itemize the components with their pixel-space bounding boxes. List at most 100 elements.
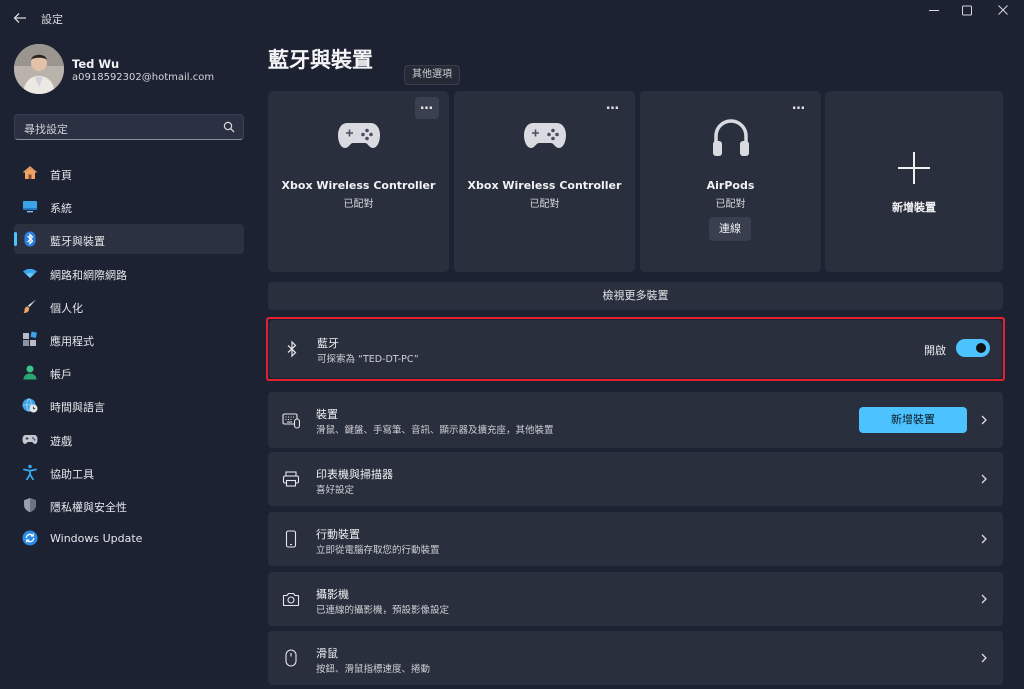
mouse-icon: [285, 649, 297, 667]
title-bar: 設定: [0, 0, 1024, 36]
chevron-right-icon: [981, 653, 987, 663]
mobile-devices-title: 行動裝置: [316, 528, 360, 541]
camera-icon: [282, 592, 300, 607]
highlight-box: [266, 317, 1005, 381]
more-icon: …: [792, 98, 806, 113]
gamepad-icon: [523, 123, 566, 148]
mobile-devices-subtitle: 立即從電腦存取您的行動裝置: [316, 545, 440, 556]
device-card[interactable]: … Xbox Wireless Controller 已配對: [268, 91, 449, 272]
avatar[interactable]: [14, 44, 64, 94]
gamepad-icon: [22, 434, 38, 444]
sidebar-item-network[interactable]: 網路和網際網路: [14, 258, 244, 288]
home-icon: [23, 166, 37, 179]
devices-subtitle: 滑鼠、鍵盤、手寫筆、音訊、顯示器及擴充座，其他裝置: [316, 425, 554, 436]
phone-icon: [285, 530, 297, 548]
page-title: 藍牙與裝置: [268, 48, 373, 72]
sidebar-item-label: 隱私權與安全性: [50, 500, 127, 514]
add-device-button[interactable]: 新增裝置: [859, 407, 967, 433]
devices-title: 裝置: [316, 408, 338, 421]
chevron-right-icon: [981, 415, 987, 425]
device-name: AirPods: [706, 179, 755, 192]
mouse-title: 滑鼠: [316, 647, 338, 660]
person-icon: [23, 365, 37, 380]
sidebar-item-time-language[interactable]: 時間與語言: [14, 390, 244, 420]
sidebar-item-system[interactable]: 系統: [14, 191, 244, 221]
devices-icon: [282, 413, 300, 429]
device-status: 已配對: [343, 199, 374, 210]
update-icon: [22, 530, 38, 546]
more-options-tooltip: 其他選項: [404, 65, 460, 85]
sidebar-item-label: 帳戶: [50, 368, 72, 382]
chevron-right-icon: [981, 474, 987, 484]
user-name: Ted Wu: [72, 57, 120, 71]
sidebar-item-label: 遊戲: [50, 434, 72, 448]
accessibility-icon: [23, 464, 37, 480]
more-icon: …: [606, 98, 620, 113]
camera-subtitle: 已連線的攝影機，預設影像設定: [316, 605, 450, 616]
add-device-card[interactable]: 新增裝置: [825, 91, 1003, 272]
minimize-button[interactable]: [916, 0, 952, 22]
close-icon: [998, 5, 1008, 15]
search-input[interactable]: 尋找設定: [14, 114, 244, 140]
sidebar-item-accounts[interactable]: 帳戶: [14, 357, 244, 387]
close-button[interactable]: [985, 0, 1021, 22]
printers-title: 印表機與掃描器: [316, 468, 393, 481]
sidebar-item-personalization[interactable]: 個人化: [14, 291, 244, 321]
sidebar-item-windows-update[interactable]: Windows Update: [14, 523, 244, 553]
sidebar-item-label: Windows Update: [50, 532, 143, 546]
device-name: Xbox Wireless Controller: [467, 179, 622, 192]
sidebar-item-label: 應用程式: [50, 334, 94, 348]
plus-icon: [898, 152, 930, 184]
sidebar-item-label: 首頁: [50, 169, 72, 182]
sidebar-item-label: 網路和網際網路: [50, 268, 127, 282]
shield-icon: [24, 497, 36, 513]
sidebar-item-gaming[interactable]: 遊戲: [14, 424, 244, 454]
connect-button[interactable]: 連線: [709, 217, 751, 241]
sidebar-item-label: 系統: [50, 202, 72, 216]
device-name: Xbox Wireless Controller: [281, 179, 436, 192]
user-email: a0918592302@hotmail.com: [72, 72, 215, 83]
search-icon: [223, 121, 235, 133]
sidebar-item-apps[interactable]: 應用程式: [14, 324, 244, 354]
maximize-icon: [962, 5, 972, 16]
devices-row[interactable]: 裝置 滑鼠、鍵盤、手寫筆、音訊、顯示器及擴充座，其他裝置 新增裝置: [268, 392, 1003, 448]
gamepad-icon: [337, 123, 380, 148]
sidebar-item-privacy-security[interactable]: 隱私權與安全性: [14, 490, 244, 520]
sidebar-item-label: 協助工具: [50, 467, 94, 481]
bluetooth-icon: [24, 231, 36, 247]
more-options-button[interactable]: …: [415, 97, 439, 119]
brush-icon: [23, 299, 36, 313]
chevron-right-icon: [981, 534, 987, 544]
arrow-left-icon: [13, 13, 26, 23]
device-status: 已配對: [715, 199, 746, 210]
printer-icon: [282, 471, 300, 487]
sidebar-item-bluetooth-devices[interactable]: 藍牙與裝置: [14, 224, 244, 255]
printers-subtitle: 喜好設定: [316, 485, 355, 496]
sidebar-item-accessibility[interactable]: 協助工具: [14, 457, 244, 487]
mouse-subtitle: 按鈕、滑鼠指標速度、捲動: [316, 664, 431, 675]
maximize-button[interactable]: [949, 0, 985, 22]
more-icon: …: [420, 98, 434, 113]
device-card[interactable]: … Xbox Wireless Controller 已配對: [454, 91, 635, 272]
add-device-label: 新增裝置: [892, 201, 936, 214]
mouse-row[interactable]: 滑鼠 按鈕、滑鼠指標速度、捲動: [268, 631, 1003, 685]
more-options-button[interactable]: …: [787, 97, 811, 119]
more-options-button[interactable]: …: [601, 97, 625, 119]
camera-row[interactable]: 攝影機 已連線的攝影機，預設影像設定: [268, 572, 1003, 626]
device-status: 已配對: [529, 199, 560, 210]
printers-row[interactable]: 印表機與掃描器 喜好設定: [268, 452, 1003, 506]
mobile-devices-row[interactable]: 行動裝置 立即從電腦存取您的行動裝置: [268, 512, 1003, 566]
sidebar-nav: 首頁 系統 藍牙與裝置 網路和網際網路 個人化 應用程式 帳戶 時間與語言 遊戲…: [14, 158, 244, 556]
device-card[interactable]: … AirPods 已配對 連線: [640, 91, 821, 272]
monitor-icon: [23, 201, 37, 213]
search-placeholder: 尋找設定: [24, 123, 68, 136]
view-more-devices-button[interactable]: 檢視更多裝置: [268, 282, 1003, 310]
sidebar-item-label: 個人化: [50, 301, 83, 315]
globe-clock-icon: [22, 398, 38, 413]
apps-icon: [23, 331, 38, 346]
wifi-icon: [23, 268, 37, 278]
back-button[interactable]: [10, 8, 30, 28]
sidebar-item-home[interactable]: 首頁: [14, 158, 244, 188]
sidebar-item-label: 藍牙與裝置: [50, 235, 105, 249]
chevron-right-icon: [981, 594, 987, 604]
